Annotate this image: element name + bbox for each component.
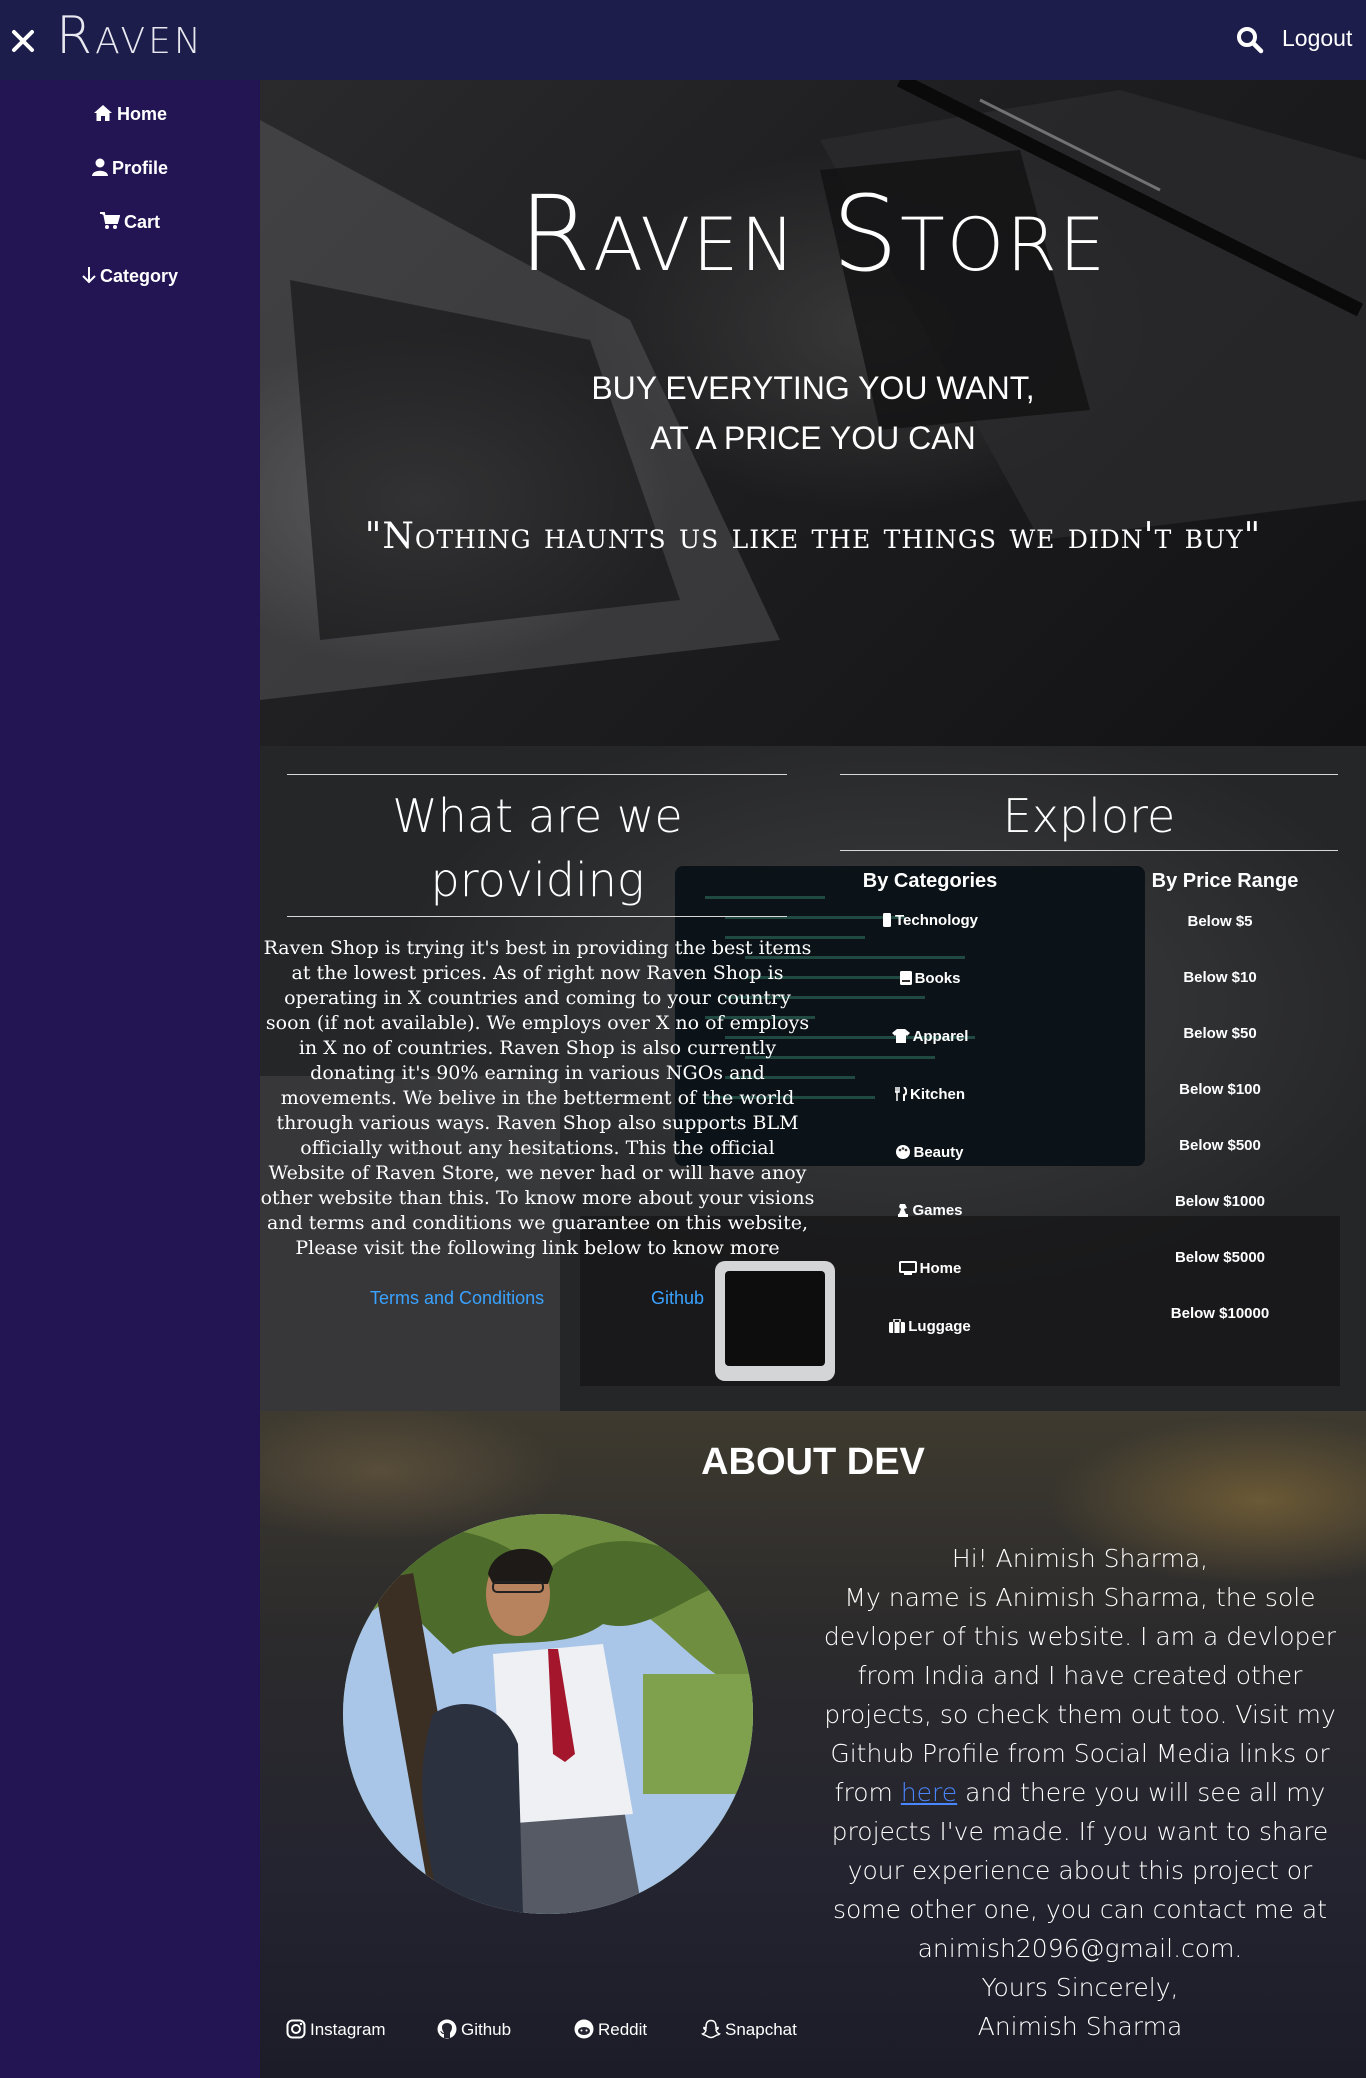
sidebar-item-label: Category — [99, 266, 179, 286]
sidebar-item-home[interactable]: Home — [0, 104, 260, 125]
category-label: Apparel — [912, 1028, 969, 1045]
hero-title: Raven Store — [518, 173, 1108, 295]
about-dev-section: ABOUT DEV Hi! Animish Sharma, My name is… — [260, 1411, 1366, 2078]
sidebar-item-label: Profile — [111, 158, 168, 178]
sidebar: Home Profile Cart Category — [0, 80, 260, 2078]
info-section: What are we providing Raven Shop is tryi… — [260, 746, 1366, 1411]
social-link-snapchat[interactable]: Snapchat — [701, 2019, 797, 2040]
explore-title: Explore — [1002, 789, 1176, 843]
price-range-item[interactable]: Below $5 — [1120, 913, 1320, 930]
category-label: Games — [912, 1202, 963, 1219]
price-range-heading: By Price Range — [1151, 870, 1299, 892]
monitor-icon — [898, 1261, 917, 1275]
shirt-icon — [891, 1029, 910, 1043]
category-label: Technology — [894, 912, 979, 929]
top-bar: Raven Logout — [0, 0, 1366, 80]
social-label: Reddit — [598, 2020, 648, 2039]
category-label: Luggage — [908, 1318, 971, 1335]
price-range-item[interactable]: Below $10 — [1120, 969, 1320, 986]
category-apparel[interactable]: Apparel — [830, 1028, 1030, 1045]
social-label: Github — [461, 2020, 512, 2039]
price-range-item[interactable]: Below $500 — [1120, 1137, 1320, 1154]
divider — [840, 850, 1338, 851]
arrow-down-icon — [82, 267, 96, 284]
category-label: Books — [914, 970, 961, 987]
github-icon — [437, 2019, 457, 2039]
cart-icon — [99, 212, 121, 229]
sidebar-item-cart[interactable]: Cart — [0, 212, 260, 233]
logout-button[interactable]: Logout — [1282, 25, 1352, 52]
utensils-icon — [894, 1086, 908, 1101]
book-icon — [899, 971, 912, 985]
chess-icon — [898, 1204, 909, 1217]
about-dev-title: ABOUT DEV — [701, 1441, 925, 1483]
social-link-github[interactable]: Github — [437, 2019, 511, 2040]
providing-title-line1: What are we — [392, 789, 683, 843]
category-label: Beauty — [913, 1144, 964, 1161]
price-range-item[interactable]: Below $10000 — [1120, 1305, 1320, 1322]
price-range-item[interactable]: Below $5000 — [1120, 1249, 1320, 1266]
github-profile-link[interactable]: here — [901, 1778, 957, 1807]
category-books[interactable]: Books — [830, 970, 1030, 987]
palette-icon — [896, 1145, 911, 1159]
category-luggage[interactable]: Luggage — [830, 1318, 1030, 1335]
suitcase-icon — [889, 1318, 906, 1333]
mobile-icon — [882, 913, 891, 927]
hero-banner: Raven Store BUY EVERYTING YOU WANT, AT A… — [260, 80, 1366, 746]
search-icon[interactable] — [1236, 26, 1264, 54]
price-range-item[interactable]: Below $100 — [1120, 1081, 1320, 1098]
hero-quote: "Nothing haunts us like the things we di… — [364, 516, 1262, 557]
categories-heading: By Categories — [862, 870, 998, 892]
divider — [287, 774, 787, 775]
dev-signoff: Yours Sincerely, — [981, 1973, 1179, 2002]
close-icon[interactable] — [10, 22, 38, 58]
price-range-item[interactable]: Below $1000 — [1120, 1193, 1320, 1210]
price-range-item[interactable]: Below $50 — [1120, 1025, 1320, 1042]
sidebar-item-profile[interactable]: Profile — [0, 158, 260, 179]
brand-logo[interactable]: Raven — [56, 6, 204, 66]
github-link[interactable]: Github — [651, 1288, 704, 1309]
instagram-icon — [286, 2019, 306, 2039]
developer-photo — [343, 1514, 753, 1914]
divider — [287, 916, 787, 917]
social-link-instagram[interactable]: Instagram — [286, 2019, 386, 2040]
divider — [840, 774, 1338, 775]
terms-link[interactable]: Terms and Conditions — [370, 1288, 544, 1309]
snapchat-icon — [701, 2019, 721, 2039]
providing-description: Raven Shop is trying it's best in provid… — [260, 937, 815, 1259]
category-label: Home — [919, 1260, 962, 1277]
category-home[interactable]: Home — [830, 1260, 1030, 1277]
social-link-reddit[interactable]: Reddit — [574, 2019, 647, 2040]
dev-signature: Animish Sharma — [977, 2012, 1183, 2041]
sidebar-item-label: Home — [116, 104, 167, 124]
dev-greeting: Hi! Animish Sharma, — [951, 1544, 1209, 1573]
sidebar-item-category[interactable]: Category — [0, 266, 260, 287]
dev-email: animish2096@gmail.com. — [917, 1934, 1243, 1963]
about-dev-text: Hi! Animish Sharma, My name is Animish S… — [810, 1539, 1350, 2046]
category-technology[interactable]: Technology — [830, 912, 1030, 929]
reddit-icon — [574, 2019, 594, 2039]
dev-body: My name is Animish Sharma, the sole devl… — [823, 1583, 1337, 1963]
providing-title-line2: providing — [430, 853, 645, 907]
background-phone — [715, 1261, 835, 1381]
user-icon — [91, 158, 108, 176]
category-games[interactable]: Games — [830, 1202, 1030, 1219]
category-kitchen[interactable]: Kitchen — [830, 1086, 1030, 1103]
category-label: Kitchen — [909, 1086, 965, 1103]
category-beauty[interactable]: Beauty — [830, 1144, 1030, 1161]
hero-subtitle-line2: AT A PRICE YOU CAN — [650, 420, 976, 456]
social-label: Snapchat — [725, 2020, 797, 2039]
home-icon — [93, 105, 112, 121]
social-label: Instagram — [310, 2020, 386, 2039]
hero-subtitle-line1: BUY EVERYTING YOU WANT, — [591, 370, 1035, 406]
sidebar-item-label: Cart — [123, 212, 160, 232]
